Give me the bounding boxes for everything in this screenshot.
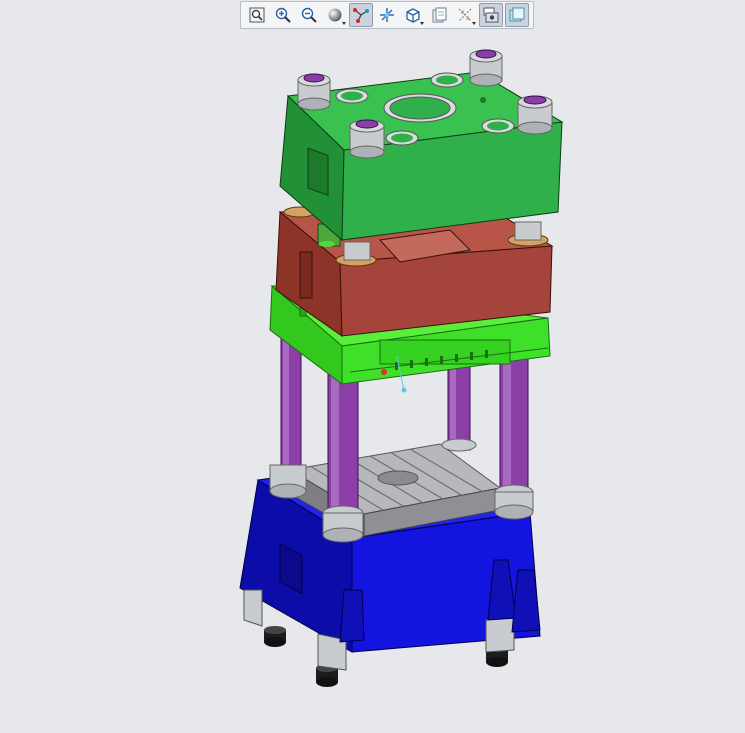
appearance-button[interactable] [505, 3, 529, 27]
column-nut-front-left [349, 119, 385, 159]
zoom-fit-icon [249, 7, 265, 23]
zoom-out-icon [301, 7, 317, 23]
datum-display-button[interactable] [349, 3, 373, 27]
datum-display-icon [353, 8, 369, 23]
saved-views-button[interactable] [401, 3, 425, 27]
display-style-button[interactable] [323, 3, 347, 27]
zoom-out-button[interactable] [297, 3, 321, 27]
reorient-icon [432, 7, 447, 23]
svg-text:x: x [466, 15, 470, 22]
column-nut-front-right [517, 95, 553, 135]
zoom-in-icon [275, 7, 291, 23]
column-nut-back-right [469, 49, 503, 87]
view-toolbar: x x [240, 1, 534, 29]
graphics-window[interactable] [0, 32, 745, 733]
leveling-foot-left-back [264, 626, 286, 647]
column-nut-back-left [297, 73, 331, 111]
zoom-in-button[interactable] [271, 3, 295, 27]
spin-center-button[interactable] [375, 3, 399, 27]
guide-column-back-right [441, 359, 477, 452]
appearance-icon [509, 7, 525, 22]
view-manager-button[interactable] [479, 3, 503, 27]
zoom-fit-button[interactable] [245, 3, 269, 27]
view-manager-icon [483, 7, 499, 23]
dropdown-caret-icon [472, 22, 476, 25]
dropdown-caret-icon [342, 22, 346, 25]
dropdown-caret-icon [420, 22, 424, 25]
guide-column-front-right [494, 339, 534, 520]
press-assembly-model[interactable] [0, 32, 745, 733]
reorient-button[interactable] [427, 3, 451, 27]
datum-filters-button[interactable]: x x [453, 3, 477, 27]
svg-text:x: x [461, 9, 465, 16]
spin-center-icon [380, 8, 394, 22]
